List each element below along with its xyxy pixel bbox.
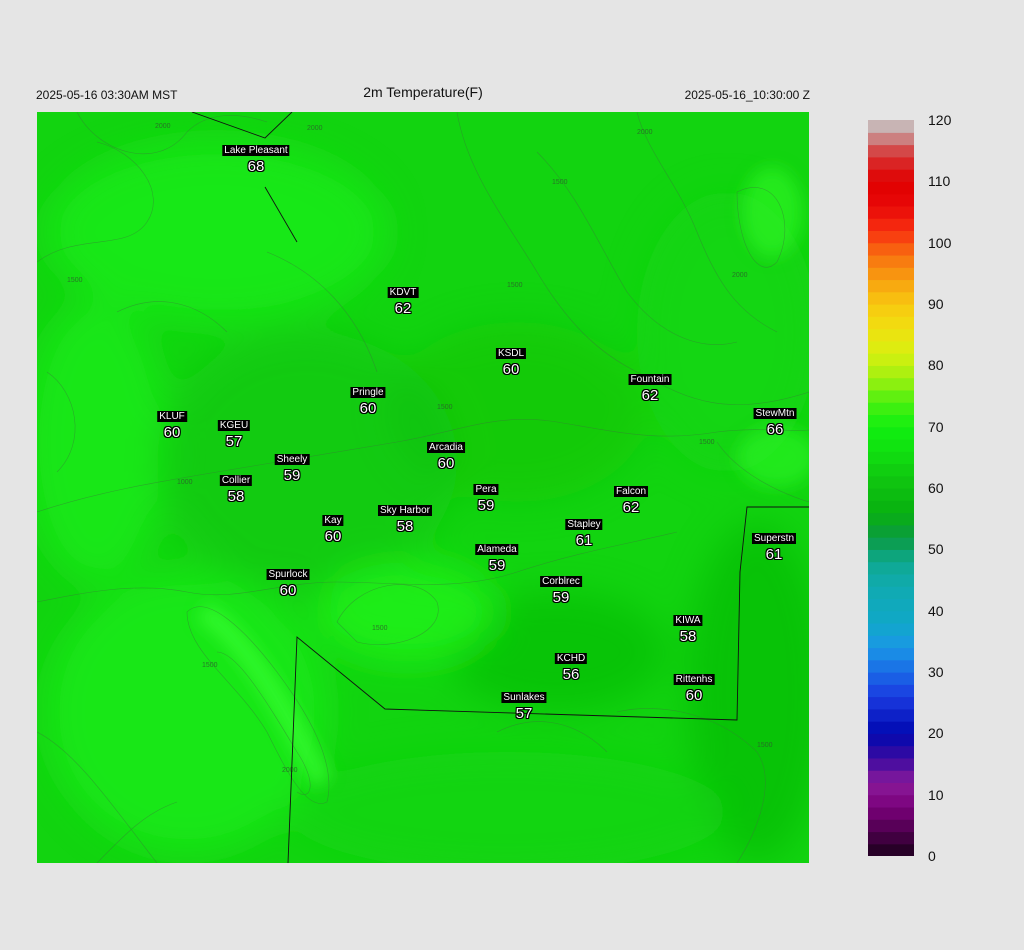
colorbar-band (868, 794, 914, 808)
valid-time-utc: 2025-05-16_10:30:00 Z (684, 88, 810, 102)
colorbar-band (868, 745, 914, 759)
contour-label: 1500 (437, 404, 453, 411)
colorbar-tick-label: 90 (928, 296, 944, 312)
colorbar-band (868, 316, 914, 330)
colorbar-band (868, 279, 914, 293)
colorbar-band (868, 488, 914, 501)
colorbar-band (868, 500, 914, 514)
colorbar-band (868, 635, 914, 649)
temperature-map: 2000 2000 1500 1500 1500 2000 1500 1500 … (37, 112, 809, 863)
colorbar-band (868, 242, 914, 256)
colorbar-tick-label: 40 (928, 602, 944, 619)
colorbar-band (868, 684, 914, 698)
colorbar-band (868, 524, 914, 538)
contour-label: 1500 (699, 439, 715, 446)
colorbar-band (868, 291, 914, 305)
colorbar-band (868, 537, 914, 550)
colorbar-band (868, 733, 914, 747)
colorbar-band (868, 267, 914, 281)
colorbar-band (868, 721, 914, 734)
colorbar-tick-label: 120 (928, 112, 952, 128)
colorbar-band (868, 181, 914, 195)
colorbar-band (868, 610, 914, 624)
colorbar-band (868, 132, 914, 146)
colorbar-band (868, 377, 914, 391)
colorbar-band (868, 193, 914, 207)
colorbar-band (868, 549, 914, 563)
colorbar-band (868, 475, 914, 489)
colorbar-band (868, 512, 914, 526)
contour-label: 1500 (202, 662, 218, 669)
contour-label: 1500 (507, 282, 523, 289)
colorbar-band (868, 782, 914, 796)
colorbar-band (868, 696, 914, 710)
colorbar-band (868, 328, 914, 342)
colorbar-tick-label: 0 (928, 848, 936, 864)
colorbar-band (868, 230, 914, 244)
colorbar-band (868, 831, 914, 845)
colorbar-band (868, 708, 914, 722)
colorbar-band (868, 426, 914, 440)
colorbar-band (868, 340, 914, 354)
contour-label: 1500 (757, 742, 773, 749)
colorbar-tick-label: 30 (928, 664, 944, 680)
contour-label: 2000 (155, 123, 171, 130)
colorbar-band (868, 770, 914, 783)
colorbar-band (868, 304, 914, 317)
colorbar-band (868, 402, 914, 415)
colorbar-band (868, 598, 914, 612)
colorbar-tick-label: 50 (928, 541, 944, 558)
colorbar-band (868, 156, 914, 170)
colorbar-band (868, 218, 914, 231)
contour-label: 2000 (732, 272, 748, 279)
colorbar-band (868, 659, 914, 673)
colorbar-band (868, 414, 914, 428)
colorbar-band (868, 647, 914, 661)
contour-label: 1500 (552, 179, 568, 186)
colorbar-band (868, 586, 914, 599)
contour-label: 1500 (67, 277, 83, 284)
colorbar-band (868, 169, 914, 182)
colorbar-band (868, 463, 914, 477)
colorbar-band (868, 254, 914, 268)
colorbar-tick-label: 20 (928, 725, 944, 742)
colorbar-band (868, 561, 914, 575)
colorbar-tick-label: 10 (928, 786, 944, 803)
colorbar-band (868, 672, 914, 685)
colorbar-band (868, 843, 914, 856)
contour-label: 1000 (177, 479, 193, 486)
colorbar-band (868, 144, 914, 158)
contour-label: 2000 (282, 767, 298, 774)
colorbar-band (868, 365, 914, 379)
colorbar-tick-label: 100 (928, 234, 952, 251)
contour-label: 1500 (372, 625, 388, 632)
colorbar-band (868, 438, 914, 452)
colorbar-tick-label: 60 (928, 480, 944, 496)
colorbar-tick-label: 70 (928, 418, 944, 435)
colorbar-band (868, 757, 914, 771)
colorbar (868, 120, 914, 856)
colorbar-band (868, 353, 914, 366)
colorbar-band (868, 451, 914, 465)
colorbar-band (868, 205, 914, 219)
colorbar-band (868, 389, 914, 403)
colorbar-band (868, 622, 914, 636)
colorbar-band (868, 819, 914, 833)
contour-label: 2000 (637, 129, 653, 136)
contour-label: 2000 (307, 125, 323, 132)
colorbar-band (868, 120, 914, 133)
colorbar-tick-label: 80 (928, 357, 944, 374)
colorbar-band (868, 806, 914, 820)
colorbar-band (868, 573, 914, 587)
colorbar-tick-label: 110 (928, 173, 951, 190)
